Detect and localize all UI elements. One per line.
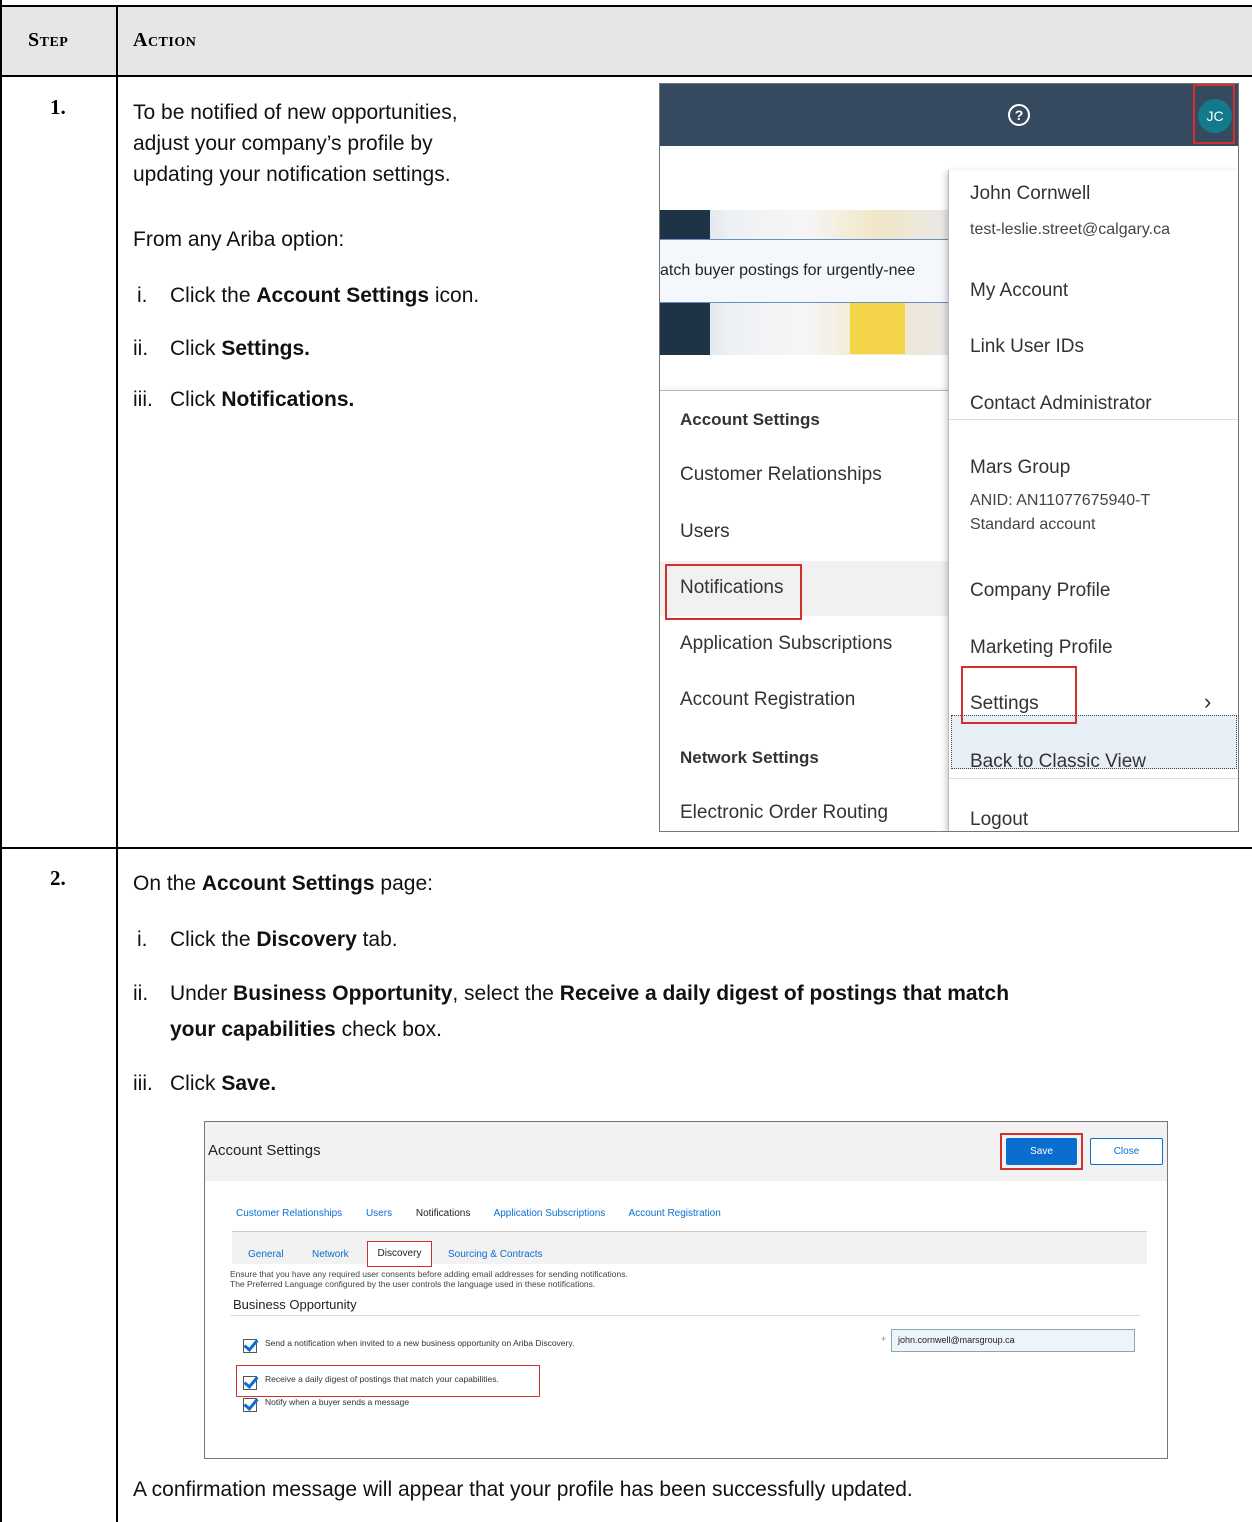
step-2-ii: ii. xyxy=(133,982,149,1005)
table-border-top xyxy=(0,5,1252,7)
step-1-ii-text: Click Settings. xyxy=(170,337,311,360)
consent-note-line-1: Ensure that you have any required user c… xyxy=(230,1269,628,1279)
step-2-line1: On the Account Settings page: xyxy=(133,872,433,895)
step-2-iii: iii. xyxy=(133,1072,153,1095)
subtab-network[interactable]: Network xyxy=(312,1249,349,1260)
save-highlight-box xyxy=(1000,1133,1083,1170)
step-1-i: i. xyxy=(137,284,148,307)
close-button[interactable]: Close xyxy=(1090,1138,1163,1165)
account-settings-title: Account Settings xyxy=(208,1142,321,1159)
step-1-number: 1. xyxy=(50,95,66,119)
account-type: Standard account xyxy=(970,516,1096,533)
header-step: Step xyxy=(28,29,69,51)
business-opportunity-heading: Business Opportunity xyxy=(233,1297,357,1312)
daily-digest-label: Receive a daily digest of postings that … xyxy=(265,1374,499,1384)
help-icon[interactable]: ? xyxy=(1008,104,1030,126)
table-border-header xyxy=(0,75,1252,77)
buyer-message-label: Notify when a buyer sends a message xyxy=(265,1397,410,1407)
invite-notification-label: Send a notification when invited to a ne… xyxy=(265,1338,575,1348)
step-1-ii: ii. xyxy=(133,337,149,360)
add-email-icon[interactable]: + xyxy=(881,1334,886,1344)
top-shell-bar xyxy=(660,84,1238,146)
subtab-general[interactable]: General xyxy=(248,1249,284,1260)
step-1-iii: iii. xyxy=(133,388,153,411)
user-email: test-leslie.street@calgary.ca xyxy=(970,221,1171,238)
ariba-menu-screenshot: ? JC atch buyer postings for urgently-ne… xyxy=(659,83,1239,832)
menu-contact-administrator[interactable]: Contact Administrator xyxy=(970,393,1152,415)
menu-separator xyxy=(949,778,1238,779)
buyer-message-checkbox[interactable] xyxy=(243,1398,257,1412)
consent-note-line-2: The Preferred Language configured by the… xyxy=(230,1279,596,1289)
step-1-intro-3: updating your notification settings. xyxy=(133,163,451,186)
step-1-i-text: Click the Account Settings icon. xyxy=(170,284,480,307)
invite-notification-checkbox[interactable] xyxy=(243,1339,257,1353)
banner-text: atch buyer postings for urgently-nee xyxy=(660,239,950,303)
menu-marketing-profile[interactable]: Marketing Profile xyxy=(970,637,1113,659)
chevron-right-icon: › xyxy=(1204,689,1212,714)
step-2-number: 2. xyxy=(50,866,66,890)
step-1-from: From any Ariba option: xyxy=(133,228,345,251)
menu-separator xyxy=(949,419,1238,420)
tab-notifications[interactable]: Notifications xyxy=(416,1208,470,1219)
user-name: John Cornwell xyxy=(970,183,1091,204)
tab-customer-relationships[interactable]: Customer Relationships xyxy=(236,1208,342,1219)
menu-logout[interactable]: Logout xyxy=(970,809,1028,831)
step-2-i-text: Click the Discovery tab. xyxy=(170,928,398,951)
daily-digest-checkbox[interactable] xyxy=(243,1376,257,1390)
menu-company-profile[interactable]: Company Profile xyxy=(970,580,1110,602)
step-2-iii-text: Click Save. xyxy=(170,1072,277,1095)
settings-tabs: Customer Relationships Users Notificatio… xyxy=(236,1208,742,1219)
menu-item-electronic-order-routing[interactable]: Electronic Order Routing xyxy=(680,802,888,824)
banner-image-accent xyxy=(850,294,905,354)
tab-users[interactable]: Users xyxy=(366,1208,392,1219)
menu-item-application-subscriptions[interactable]: Application Subscriptions xyxy=(680,633,892,655)
menu-back-to-classic[interactable]: Back to Classic View xyxy=(970,751,1146,773)
network-settings-heading: Network Settings xyxy=(680,748,819,767)
step-2-ii-text-2: your capabilities check box. xyxy=(170,1018,442,1041)
header-action: Action xyxy=(133,29,197,51)
company-anid: ANID: AN11077675940-T xyxy=(970,492,1151,509)
menu-item-customer-relationships[interactable]: Customer Relationships xyxy=(680,464,882,486)
section-divider xyxy=(230,1315,1140,1316)
step-2-i: i. xyxy=(137,928,148,951)
account-settings-screenshot: Account Settings Save Close Customer Rel… xyxy=(204,1121,1168,1459)
subtab-discovery[interactable]: Discovery xyxy=(367,1241,432,1267)
table-border-row1 xyxy=(0,847,1252,849)
user-menu-dropdown: John Cornwell test-leslie.street@calgary… xyxy=(948,170,1238,831)
menu-item-users[interactable]: Users xyxy=(680,521,730,543)
notifications-highlight-box xyxy=(665,564,802,620)
subtab-sourcing-contracts[interactable]: Sourcing & Contracts xyxy=(448,1249,543,1260)
email-field[interactable]: john.cornwell@marsgroup.ca xyxy=(891,1329,1135,1352)
consent-note: Ensure that you have any required user c… xyxy=(230,1269,628,1289)
settings-highlight-box xyxy=(961,666,1077,724)
tab-account-registration[interactable]: Account Registration xyxy=(629,1208,721,1219)
table-border-mid xyxy=(116,5,118,1522)
account-settings-heading: Account Settings xyxy=(680,410,820,429)
step-1-iii-text: Click Notifications. xyxy=(170,388,355,411)
step-2-ii-text: Under Business Opportunity, select the R… xyxy=(170,982,1010,1005)
menu-item-account-registration[interactable]: Account Registration xyxy=(680,689,855,711)
step-1-intro-1: To be notified of new opportunities, xyxy=(133,101,458,124)
company-name: Mars Group xyxy=(970,457,1071,478)
menu-my-account[interactable]: My Account xyxy=(970,280,1068,302)
settings-submenu: Account Settings Customer Relationships … xyxy=(660,390,949,831)
tab-application-subscriptions[interactable]: Application Subscriptions xyxy=(494,1208,606,1219)
avatar-highlight-box xyxy=(1193,84,1235,144)
step-2-confirmation: A confirmation message will appear that … xyxy=(133,1478,913,1501)
table-border-left xyxy=(0,0,2,1522)
menu-link-user-ids[interactable]: Link User IDs xyxy=(970,336,1084,358)
step-1-intro-2: adjust your company’s profile by xyxy=(133,132,433,155)
